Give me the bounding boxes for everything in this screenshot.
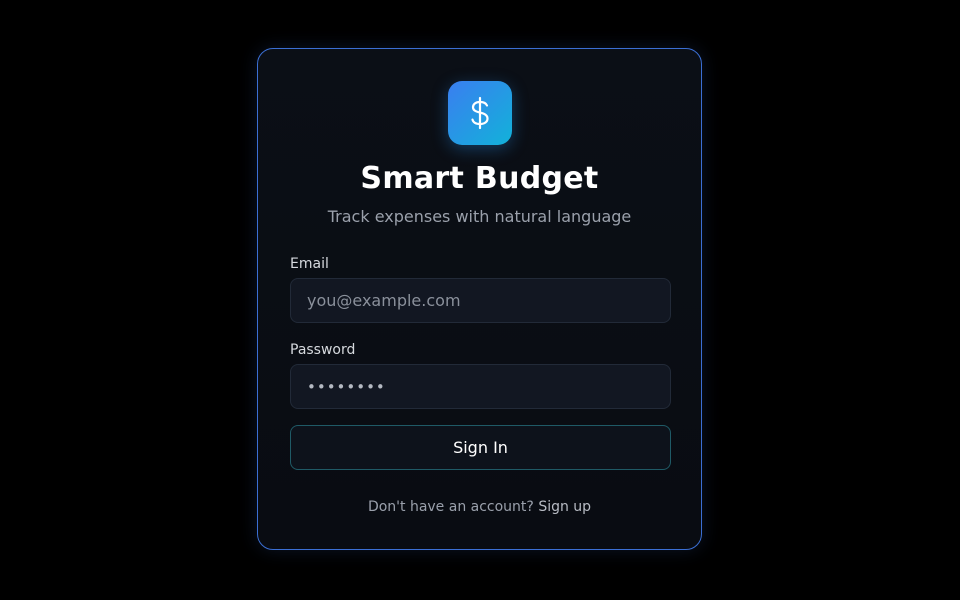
app-logo [448, 81, 512, 145]
signup-prompt-text: Don't have an account? [367, 499, 534, 515]
sign-in-button[interactable]: Sign In [290, 425, 671, 470]
signup-prompt: Don't have an account? Sign up [258, 498, 701, 516]
sign-up-link[interactable]: Sign up [538, 499, 591, 515]
password-label: Password [290, 342, 356, 358]
email-label: Email [290, 256, 329, 272]
login-screen: Smart Budget Track expenses with natural… [0, 0, 960, 600]
app-subtitle: Track expenses with natural language [327, 207, 632, 226]
login-card: Smart Budget Track expenses with natural… [257, 48, 702, 550]
app-title: Smart Budget [360, 161, 599, 196]
email-field[interactable] [290, 278, 671, 323]
dollar-icon [471, 96, 489, 130]
password-field[interactable] [290, 364, 671, 409]
